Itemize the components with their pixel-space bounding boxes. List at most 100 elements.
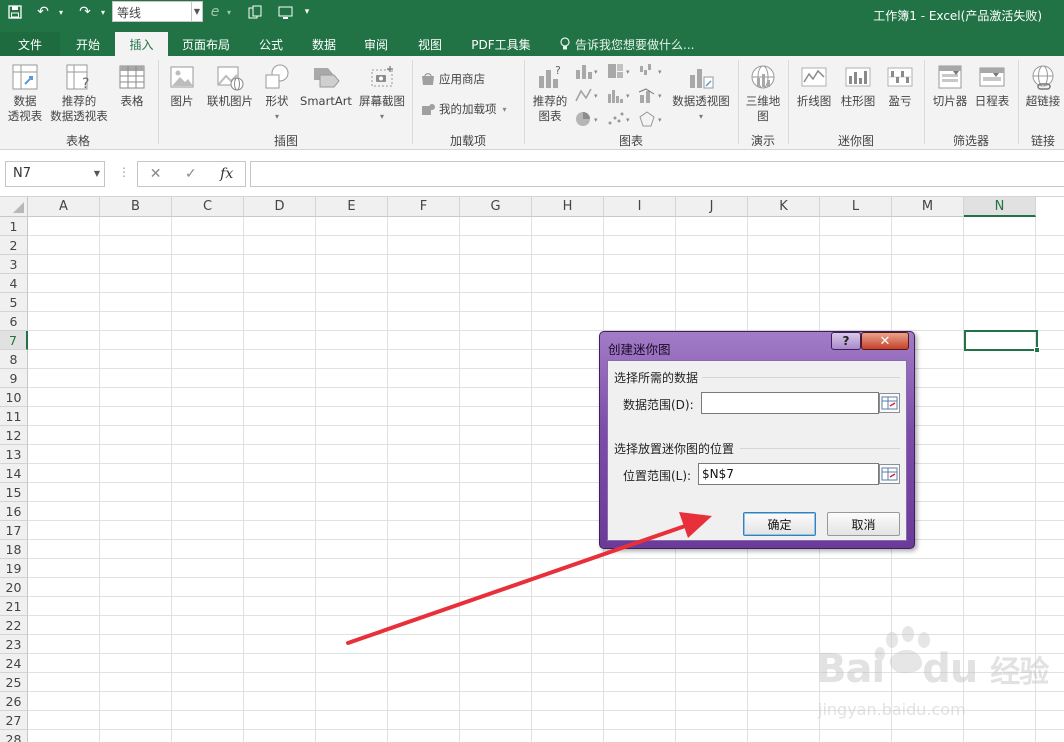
sparkline-line-button[interactable]: 折线图	[794, 62, 834, 109]
shapes-button[interactable]: 形状 ▾	[258, 62, 296, 124]
row-header-20[interactable]: 20	[0, 578, 28, 597]
close-button[interactable]: ✕	[861, 332, 909, 350]
insert-function-icon[interactable]: fx	[220, 166, 233, 182]
ok-button[interactable]: 确定	[743, 512, 816, 536]
tab-home[interactable]: 开始	[64, 32, 112, 56]
tab-insert[interactable]: 插入	[115, 32, 168, 56]
row-header-6[interactable]: 6	[0, 312, 28, 331]
row-header-18[interactable]: 18	[0, 540, 28, 559]
row-header-24[interactable]: 24	[0, 654, 28, 673]
row-header-21[interactable]: 21	[0, 597, 28, 616]
online-pictures-button[interactable]: 联机图片	[204, 62, 256, 109]
smartart-button[interactable]: SmartArt	[298, 62, 354, 109]
data-range-input[interactable]	[701, 392, 879, 414]
tab-data[interactable]: 数据	[300, 32, 348, 56]
row-header-2[interactable]: 2	[0, 236, 28, 255]
column-header-n[interactable]: N	[964, 197, 1036, 217]
row-header-14[interactable]: 14	[0, 464, 28, 483]
tell-me-search[interactable]: 告诉我您想要做什么...	[575, 32, 735, 56]
timeline-button[interactable]: 日程表	[972, 62, 1012, 109]
font-color-dropdown-icon[interactable]: ▾	[223, 0, 235, 24]
screen-icon[interactable]	[274, 0, 296, 24]
location-range-input[interactable]: $N$7	[698, 463, 879, 485]
row-header-1[interactable]: 1	[0, 217, 28, 236]
column-chart-icon[interactable]: ▾	[574, 62, 600, 80]
row-header-19[interactable]: 19	[0, 559, 28, 578]
row-header-12[interactable]: 12	[0, 426, 28, 445]
row-header-26[interactable]: 26	[0, 692, 28, 711]
name-box[interactable]: N7 ▼	[5, 161, 105, 187]
formula-input[interactable]	[250, 161, 1064, 187]
recommended-charts-button[interactable]: ? 推荐的 图表	[528, 62, 572, 124]
row-header-15[interactable]: 15	[0, 483, 28, 502]
pivot-chart-button[interactable]: 数据透视图 ▾	[668, 62, 734, 124]
sparkline-column-button[interactable]: 柱形图	[838, 62, 878, 109]
pie-chart-icon[interactable]: ▾	[574, 110, 600, 128]
row-header-23[interactable]: 23	[0, 635, 28, 654]
tab-file[interactable]: 文件	[0, 32, 60, 56]
row-header-10[interactable]: 10	[0, 388, 28, 407]
fill-handle[interactable]	[1034, 347, 1040, 353]
column-header-b[interactable]: B	[100, 197, 172, 217]
statistic-chart-icon[interactable]: ▾	[606, 86, 632, 104]
copy-format-icon[interactable]	[244, 0, 266, 24]
column-header-c[interactable]: C	[172, 197, 244, 217]
column-header-f[interactable]: F	[388, 197, 460, 217]
column-header-e[interactable]: E	[316, 197, 388, 217]
column-header-a[interactable]: A	[28, 197, 100, 217]
row-header-13[interactable]: 13	[0, 445, 28, 464]
tab-page-layout[interactable]: 页面布局	[172, 32, 240, 56]
hierarchy-chart-icon[interactable]: ▾	[606, 62, 632, 80]
tab-pdf-tools[interactable]: PDF工具集	[460, 32, 542, 56]
line-chart-icon[interactable]: ▾	[574, 86, 600, 104]
radar-chart-icon[interactable]: ▾	[638, 110, 664, 128]
location-range-collapse-button[interactable]	[879, 464, 900, 484]
column-header-d[interactable]: D	[244, 197, 316, 217]
row-header-17[interactable]: 17	[0, 521, 28, 540]
name-box-dropdown-icon[interactable]: ▼	[94, 169, 100, 178]
waterfall-chart-icon[interactable]: ▾	[638, 62, 664, 80]
my-addins-button[interactable]: 我的加载项 ▾	[420, 100, 507, 118]
selected-cell[interactable]	[964, 330, 1038, 351]
row-header-4[interactable]: 4	[0, 274, 28, 293]
table-button[interactable]: 表格	[112, 62, 152, 109]
customize-toolbar-icon[interactable]: ▾	[300, 0, 314, 24]
pictures-button[interactable]: 图片	[164, 62, 200, 109]
cancel-icon[interactable]: ✕	[150, 166, 162, 182]
tab-formulas[interactable]: 公式	[246, 32, 296, 56]
redo-icon[interactable]: ↷	[74, 0, 96, 24]
column-header-g[interactable]: G	[460, 197, 532, 217]
store-button[interactable]: 应用商店	[420, 70, 485, 88]
row-header-3[interactable]: 3	[0, 255, 28, 274]
tab-view[interactable]: 视图	[406, 32, 454, 56]
screenshot-button[interactable]: 屏幕截图 ▾	[356, 62, 408, 124]
slicer-button[interactable]: 切片器	[928, 62, 972, 109]
row-header-16[interactable]: 16	[0, 502, 28, 521]
3d-map-button[interactable]: 三维地 图	[742, 62, 784, 124]
combo-chart-icon[interactable]: ▾	[638, 86, 664, 104]
row-header-25[interactable]: 25	[0, 673, 28, 692]
row-header-9[interactable]: 9	[0, 369, 28, 388]
column-header-h[interactable]: H	[532, 197, 604, 217]
row-header-28[interactable]: 28	[0, 730, 28, 742]
enter-icon[interactable]: ✓	[185, 166, 197, 182]
save-icon[interactable]	[4, 0, 26, 24]
column-header-m[interactable]: M	[892, 197, 964, 217]
row-header-11[interactable]: 11	[0, 407, 28, 426]
undo-icon[interactable]: ↶	[32, 0, 54, 24]
help-button[interactable]: ?	[831, 332, 861, 350]
data-range-collapse-button[interactable]	[879, 393, 900, 413]
sparkline-winloss-button[interactable]: 盈亏	[882, 62, 918, 109]
select-all-corner[interactable]	[0, 197, 28, 217]
hyperlink-button[interactable]: 超链接	[1022, 62, 1064, 109]
redo-dropdown-icon[interactable]: ▾	[96, 0, 110, 24]
recommended-pivot-button[interactable]: ? 推荐的 数据透视表	[48, 62, 110, 124]
row-header-5[interactable]: 5	[0, 293, 28, 312]
row-header-27[interactable]: 27	[0, 711, 28, 730]
scatter-chart-icon[interactable]: ▾	[606, 110, 632, 128]
column-header-i[interactable]: I	[604, 197, 676, 217]
row-header-22[interactable]: 22	[0, 616, 28, 635]
cancel-button[interactable]: 取消	[827, 512, 900, 536]
tab-review[interactable]: 审阅	[352, 32, 400, 56]
font-color-icon[interactable]: e	[206, 0, 224, 24]
